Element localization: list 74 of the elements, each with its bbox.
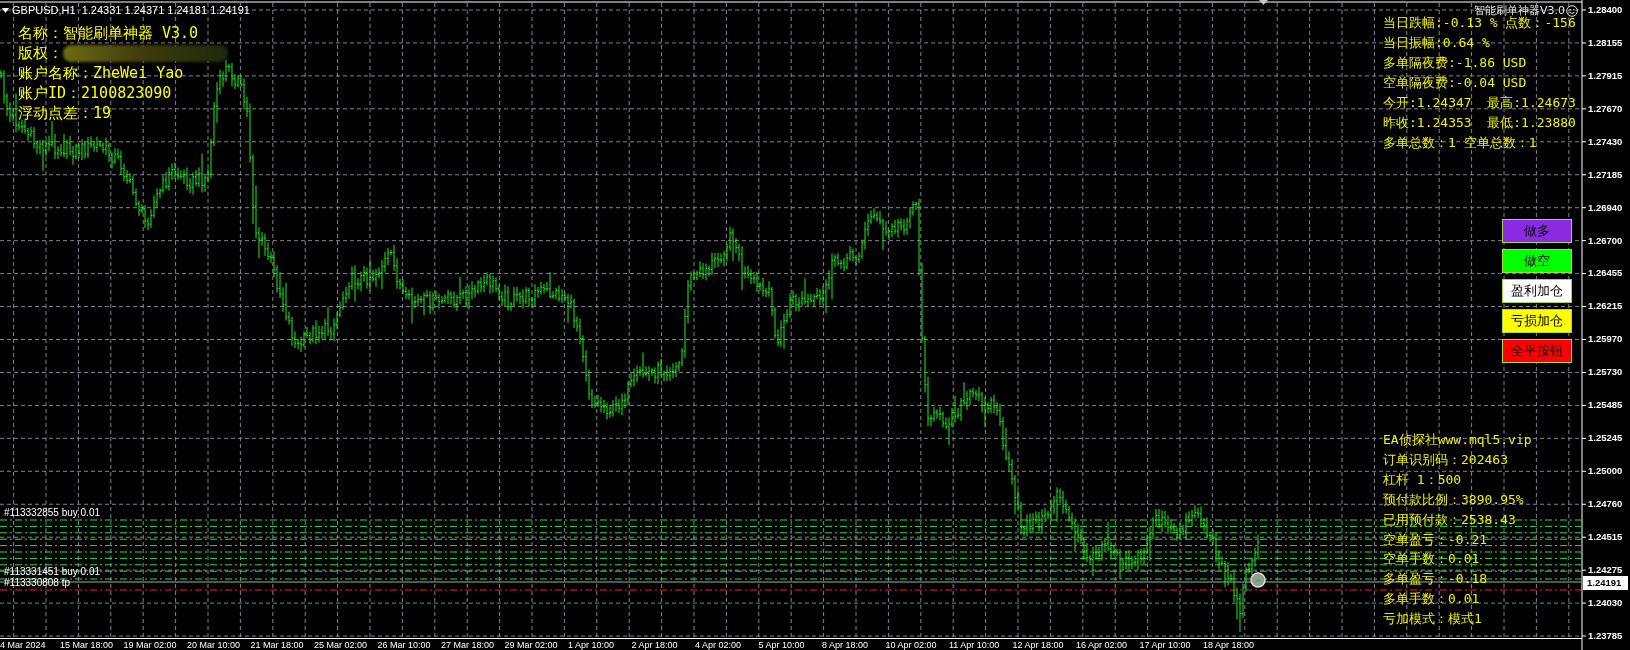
market-info-line: 昨收:1.24353 最低:1.23880: [1383, 114, 1576, 132]
time-label: 29 Mar 02:00: [504, 640, 558, 650]
price-label: 1.26215: [1587, 300, 1623, 313]
order-label: #113330808 tp: [4, 578, 70, 588]
info-line: 名称：智能刷单神器 V3.0: [18, 23, 200, 43]
time-label: 16 Apr 02:00: [1076, 640, 1128, 650]
time-label: 18 Apr 18:00: [1203, 640, 1255, 650]
price-label: 1.27670: [1587, 102, 1623, 115]
price-label: 1.27430: [1587, 135, 1623, 148]
collapse-triangle-icon[interactable]: [2, 8, 9, 13]
time-label: 21 Mar 18:00: [250, 640, 304, 650]
market-info-line: 空单隔夜费:-0.04 USD: [1383, 74, 1528, 92]
market-info-line: 当日跌幅:-0.13 % 点数：-156: [1383, 15, 1576, 32]
order-label: #113332855 buy 0.01: [4, 508, 100, 518]
price-label: 1.25730: [1587, 366, 1623, 379]
info-line: 浮动点差：19: [18, 103, 113, 123]
time-label: 17 Apr 10:00: [1139, 640, 1191, 650]
smiley-icon: [1566, 5, 1578, 17]
time-label: 27 Mar 18:00: [441, 640, 495, 650]
price-label: 1.25485: [1587, 399, 1623, 412]
time-label: 12 Apr 18:00: [1012, 640, 1064, 650]
time-label: 11 Apr 10:00: [949, 640, 1000, 650]
info-line: 账户ID：2100823090: [18, 83, 173, 103]
market-info-line: 多单隔夜费:-1.86 USD: [1383, 54, 1528, 72]
time-label: 4 Mar 2024: [0, 640, 46, 650]
order-info-line: 已用预付款：2538.43: [1383, 510, 1517, 529]
chart-shift-marker-icon[interactable]: [1259, 0, 1268, 5]
order-info-line: EA侦探社www.mql5.vip: [1383, 431, 1532, 449]
order-info-line: 杠杆 1：500: [1383, 470, 1463, 489]
time-label: 20 Mar 10:00: [187, 640, 241, 650]
time-label: 4 Apr 02:00: [695, 640, 742, 650]
trade-button[interactable]: 亏损加仓: [1502, 309, 1572, 333]
info-line: 账户名称：ZheWei Yao: [18, 63, 185, 83]
order-marker-icon: [1250, 572, 1266, 588]
market-info-line: 当日振幅:0.64 %: [1383, 34, 1491, 52]
symbol-info: GBPUSD,H1 1.24331 1.24371 1.24181 1.24191: [12, 4, 250, 17]
price-label: 1.26455: [1587, 267, 1623, 280]
order-info-line: 订单识别码：202463: [1383, 450, 1509, 469]
info-line: 版权：: [18, 43, 63, 63]
price-label: 1.28400: [1587, 3, 1623, 16]
price-label: 1.26940: [1587, 201, 1623, 214]
time-label: 8 Apr 18:00: [822, 640, 869, 650]
order-info-line: 多单盈亏：-0.18: [1383, 570, 1489, 589]
price-label: 1.27185: [1587, 168, 1623, 181]
trade-button[interactable]: 做多: [1502, 219, 1572, 243]
time-label: 25 Mar 02:00: [314, 640, 368, 650]
price-label: 1.24275: [1587, 563, 1623, 576]
time-label: 2 Apr 18:00: [631, 640, 678, 650]
price-label: 1.24515: [1587, 530, 1623, 543]
market-info-line: 今开:1.24347 最高:1.24673: [1383, 94, 1576, 112]
trade-button[interactable]: 盈利加仓: [1502, 279, 1572, 303]
time-label: 19 Mar 02:00: [123, 640, 177, 650]
order-info-line: 多单手数：0.01: [1383, 590, 1481, 609]
price-label: 1.25000: [1587, 465, 1623, 478]
price-label: 1.26700: [1587, 234, 1623, 247]
order-info-line: 亏加模式：模式1: [1383, 610, 1483, 629]
price-label: 1.23785: [1587, 629, 1623, 642]
current-price-label: 1.24191: [1583, 576, 1628, 590]
trade-button[interactable]: 全平按钮: [1502, 339, 1572, 363]
trade-button[interactable]: 做空: [1502, 249, 1572, 273]
price-label: 1.25245: [1587, 432, 1623, 445]
price-label: 1.28155: [1587, 36, 1623, 49]
indicator-title: 智能刷单神器V3.0: [1473, 4, 1565, 17]
time-label: 15 Mar 18:00: [60, 640, 114, 650]
price-label: 1.25970: [1587, 333, 1623, 346]
time-label: 10 Apr 02:00: [885, 640, 937, 650]
market-info-line: 多单总数：1 空单总数：1: [1383, 134, 1538, 152]
price-label: 1.24030: [1587, 596, 1623, 609]
order-info-line: 预付款比例：3890.95%: [1383, 490, 1525, 509]
time-label: 1 Apr 10:00: [568, 640, 615, 650]
time-label: 26 Mar 10:00: [377, 640, 431, 650]
time-label: 5 Apr 10:00: [758, 640, 805, 650]
price-label: 1.27915: [1587, 69, 1623, 82]
price-label: 1.24760: [1587, 498, 1623, 511]
